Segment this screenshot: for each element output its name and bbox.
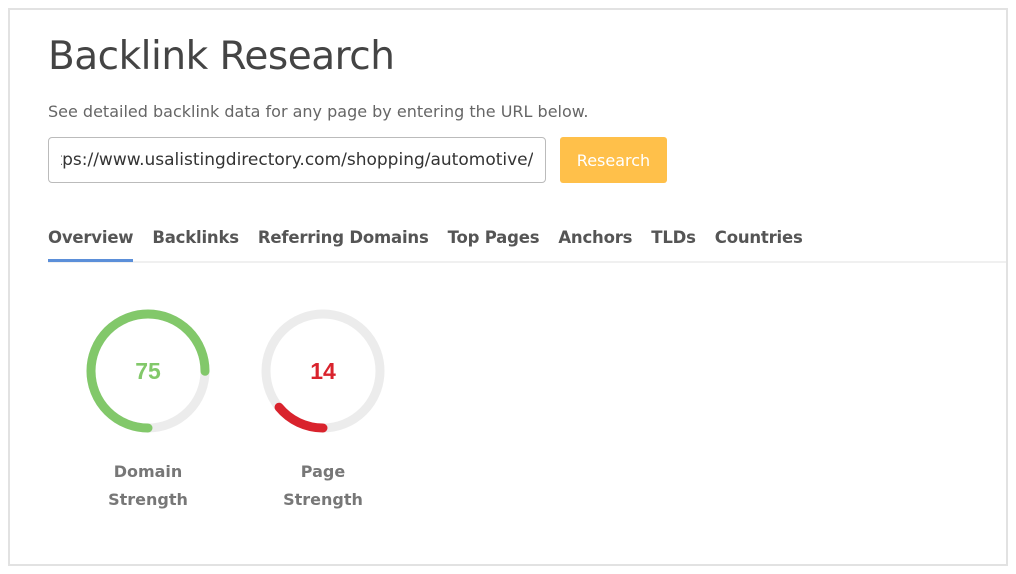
gauge-value: 14 <box>310 358 336 384</box>
page-strength-gauge: 14 Page Strength <box>253 306 393 514</box>
page-title: Backlink Research <box>48 34 395 79</box>
gauge-label: Domain Strength <box>108 462 188 509</box>
url-input[interactable] <box>48 137 546 183</box>
tab-overview[interactable]: Overview <box>48 223 134 262</box>
gauge-ring: 75 <box>86 309 210 433</box>
tab-top-pages[interactable]: Top Pages <box>448 223 540 259</box>
backlink-research-panel: Backlink Research See detailed backlink … <box>8 8 1008 566</box>
page-subtitle: See detailed backlink data for any page … <box>48 102 589 121</box>
domain-strength-gauge: 75 Domain Strength <box>78 306 218 514</box>
tab-anchors[interactable]: Anchors <box>558 223 632 259</box>
tab-backlinks[interactable]: Backlinks <box>152 223 239 259</box>
tab-referring-domains[interactable]: Referring Domains <box>258 223 429 259</box>
tab-countries[interactable]: Countries <box>715 223 803 259</box>
research-button[interactable]: Research <box>560 137 667 183</box>
tab-tlds[interactable]: TLDs <box>651 223 696 259</box>
gauge-ring: 14 <box>261 309 385 433</box>
gauge-label: Page Strength <box>283 462 363 509</box>
tab-bar: Overview Backlinks Referring Domains Top… <box>48 223 1006 263</box>
gauge-value: 75 <box>135 358 161 384</box>
